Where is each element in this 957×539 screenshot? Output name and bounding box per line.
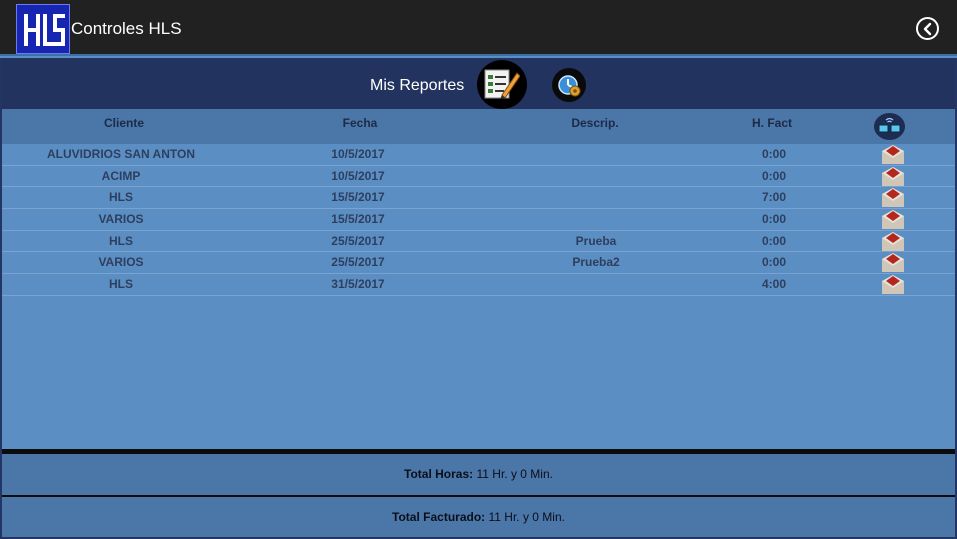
cell-cliente: ALUVIDRIOS SAN ANTON xyxy=(46,147,195,161)
cell-hfact: 7:00 xyxy=(761,190,787,205)
cell-hfact: 0:00 xyxy=(761,212,787,227)
envelope-icon[interactable] xyxy=(882,210,904,230)
cell-fecha: 15/5/2017 xyxy=(331,190,385,205)
envelope-icon[interactable] xyxy=(882,253,904,273)
total-horas-bar: Total Horas: 11 Hr. y 0 Min. xyxy=(2,454,955,495)
table-row[interactable]: ACIMP 10/5/2017 0:00 xyxy=(2,166,955,188)
cell-cliente: HLS xyxy=(109,190,133,205)
table-row[interactable]: HLS 25/5/2017 Prueba 0:00 xyxy=(2,231,955,253)
back-chevron-circle-icon[interactable] xyxy=(916,17,939,40)
column-header-fecha: Fecha xyxy=(342,116,378,130)
cell-fecha: 10/5/2017 xyxy=(331,168,385,183)
total-facturado-bar: Total Facturado: 11 Hr. y 0 Min. xyxy=(2,497,955,537)
sync-devices-icon[interactable] xyxy=(874,113,905,140)
cell-cliente: HLS xyxy=(109,277,133,292)
section-title: Mis Reportes xyxy=(370,77,465,94)
total-horas-label: Total Horas: xyxy=(404,467,474,481)
cell-descrip: Prueba xyxy=(575,233,617,248)
cell-cliente: ACIMP xyxy=(101,168,141,183)
clock-settings-icon[interactable] xyxy=(552,68,586,102)
cell-descrip: Prueba2 xyxy=(572,255,620,270)
table-row[interactable]: VARIOS 25/5/2017 Prueba2 0:00 xyxy=(2,252,955,275)
cell-cliente: VARIOS xyxy=(98,255,144,270)
column-header-descrip: Descrip. xyxy=(571,116,619,130)
envelope-icon[interactable] xyxy=(882,145,904,164)
table-row[interactable]: HLS 15/5/2017 7:00 xyxy=(2,187,955,210)
column-header-hfact: H. Fact xyxy=(751,116,792,130)
hls-logo xyxy=(16,4,70,54)
envelope-icon[interactable] xyxy=(882,166,904,186)
column-header-cliente: Cliente xyxy=(103,116,144,130)
total-facturado-value: 11 Hr. y 0 Min. xyxy=(485,510,565,524)
envelope-icon[interactable] xyxy=(882,188,904,208)
total-horas: Total Horas: 11 Hr. y 0 Min. xyxy=(2,467,955,481)
cell-hfact: 0:00 xyxy=(761,147,787,161)
total-facturado: Total Facturado: 11 Hr. y 0 Min. xyxy=(2,510,955,524)
envelope-icon[interactable] xyxy=(882,231,904,251)
cell-fecha: 25/5/2017 xyxy=(331,255,385,270)
total-horas-value: 11 Hr. y 0 Min. xyxy=(473,467,553,481)
cell-cliente: HLS xyxy=(109,233,133,248)
table-row[interactable]: VARIOS 15/5/2017 0:00 xyxy=(2,209,955,231)
envelope-icon[interactable] xyxy=(882,275,904,295)
table-row[interactable]: ALUVIDRIOS SAN ANTON 10/5/2017 0:00 xyxy=(2,144,955,166)
cell-hfact: 4:00 xyxy=(761,277,787,292)
reports-table: ALUVIDRIOS SAN ANTON 10/5/2017 0:00 ACIM… xyxy=(2,144,955,296)
cell-fecha: 15/5/2017 xyxy=(331,212,385,227)
table-row[interactable]: HLS 31/5/2017 4:00 xyxy=(2,274,955,296)
cell-hfact: 0:00 xyxy=(761,233,787,248)
cell-hfact: 0:00 xyxy=(761,255,787,270)
cell-fecha: 10/5/2017 xyxy=(331,147,385,161)
report-edit-icon[interactable] xyxy=(477,60,527,109)
cell-cliente: VARIOS xyxy=(98,212,144,227)
cell-fecha: 25/5/2017 xyxy=(331,233,385,248)
cell-fecha: 31/5/2017 xyxy=(331,277,385,292)
app-title: Controles HLS xyxy=(71,19,182,38)
total-facturado-label: Total Facturado: xyxy=(392,510,486,524)
cell-hfact: 0:00 xyxy=(761,168,787,183)
